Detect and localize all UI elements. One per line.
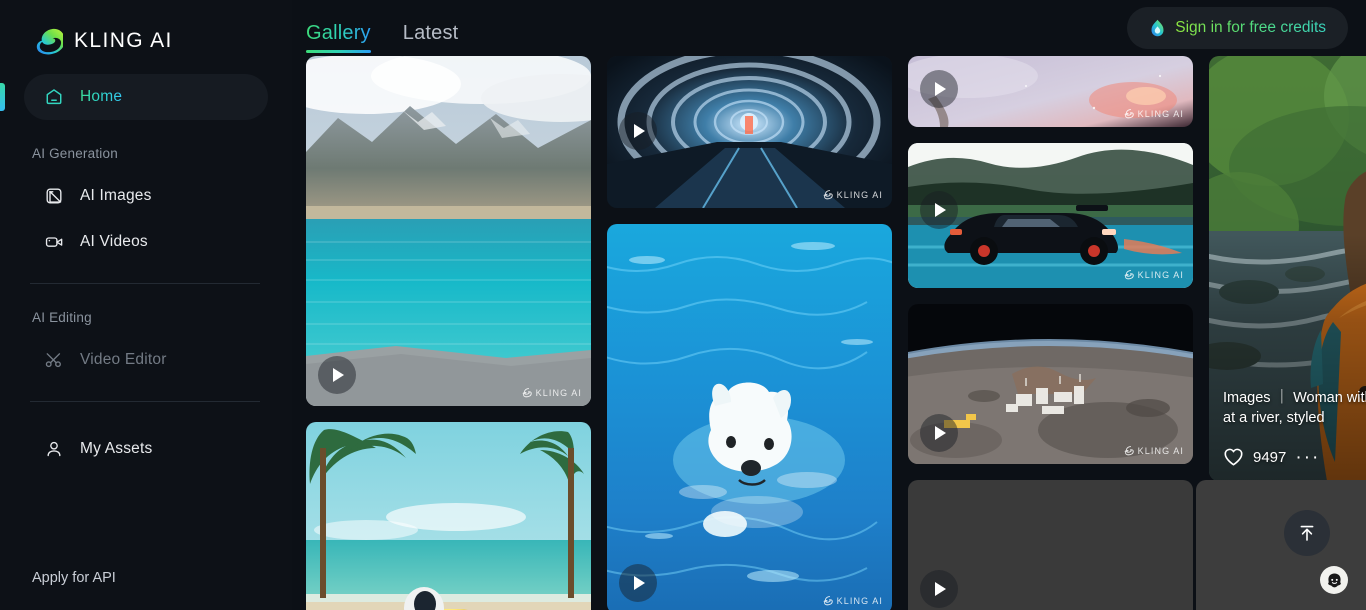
gallery-column: KLING AI <box>306 56 591 610</box>
gallery-card[interactable]: KLING AI <box>306 56 591 406</box>
sidebar-divider <box>30 401 260 402</box>
sidebar: KLING AI Home AI Generation AI Images AI… <box>0 0 292 610</box>
gallery-card-placeholder[interactable] <box>908 480 1193 610</box>
image-icon <box>44 186 64 206</box>
tab-latest[interactable]: Latest <box>403 0 459 56</box>
sidebar-item-label: AI Images <box>80 187 152 204</box>
ellipsis-icon[interactable]: ··· <box>1295 448 1320 467</box>
gallery-card[interactable]: KLING AI <box>908 143 1193 288</box>
app-root: KLING AI Home AI Generation AI Images AI… <box>0 0 1366 610</box>
like-count: 9497 <box>1253 448 1287 466</box>
flame-icon <box>1151 19 1164 37</box>
gallery-card[interactable]: KLING AI <box>908 304 1193 464</box>
gallery-column: KLING AI <box>607 56 892 610</box>
brand-name: KLING AI <box>74 28 173 52</box>
gallery-column: KLING AI <box>908 56 1193 610</box>
sidebar-item-ai-images[interactable]: AI Images <box>24 173 268 219</box>
brand[interactable]: KLING AI <box>0 0 292 62</box>
card-thumbnail <box>306 56 591 406</box>
support-button[interactable] <box>1320 566 1348 594</box>
sidebar-section-ai-generation: AI Generation <box>32 146 118 161</box>
apply-for-api-link[interactable]: Apply for API <box>0 570 292 610</box>
sign-in-label: Sign in for free credits <box>1175 19 1326 36</box>
home-icon <box>44 87 64 107</box>
play-button[interactable] <box>619 564 657 602</box>
play-button[interactable] <box>920 70 958 108</box>
heart-icon[interactable] <box>1223 447 1244 467</box>
gallery-card[interactable]: KLING AI <box>607 224 892 610</box>
card-action-bar: 9497 ··· <box>1223 447 1366 467</box>
sidebar-section-ai-editing: AI Editing <box>32 310 92 325</box>
card-thumbnail <box>607 224 892 610</box>
sidebar-nav: Home AI Generation AI Images AI Videos A… <box>0 62 292 570</box>
top-bar: Gallery Latest Sign in for free credits <box>292 0 1366 56</box>
sign-in-button[interactable]: Sign in for free credits <box>1127 7 1348 49</box>
sidebar-item-label: My Assets <box>80 440 153 457</box>
sidebar-item-home[interactable]: Home <box>0 74 268 120</box>
play-button[interactable] <box>920 570 958 608</box>
video-camera-icon <box>44 232 64 252</box>
gallery-card-hovered[interactable]: Images ｜ Woman with backpack looking at … <box>1209 56 1366 481</box>
user-icon <box>44 439 64 459</box>
kling-logo-icon <box>36 28 63 54</box>
gallery-card[interactable] <box>306 422 591 610</box>
tab-gallery[interactable]: Gallery <box>306 0 371 56</box>
play-button[interactable] <box>920 191 958 229</box>
scissors-icon <box>44 350 64 370</box>
play-button[interactable] <box>920 414 958 452</box>
sidebar-item-label: Video Editor <box>80 351 167 368</box>
gallery-card[interactable]: KLING AI <box>607 56 892 208</box>
card-hover-overlay: Images ｜ Woman with backpack looking at … <box>1209 56 1366 481</box>
play-button[interactable] <box>318 356 356 394</box>
card-thumbnail <box>306 422 591 610</box>
active-indicator <box>0 83 5 111</box>
support-avatar-icon <box>1327 572 1341 587</box>
play-button[interactable] <box>619 112 657 150</box>
sidebar-item-label: Home <box>80 88 123 105</box>
sidebar-item-video-editor[interactable]: Video Editor <box>24 337 268 383</box>
card-title: Images ｜ Woman with backpack looking at … <box>1223 389 1366 427</box>
sidebar-divider <box>30 283 260 284</box>
sidebar-item-label: AI Videos <box>80 233 148 250</box>
tab-bar: Gallery Latest <box>292 0 458 56</box>
sidebar-item-ai-videos[interactable]: AI Videos <box>24 219 268 265</box>
scroll-to-top-icon <box>1300 525 1314 541</box>
gallery-card[interactable]: KLING AI <box>908 56 1193 127</box>
main-content: Gallery Latest Sign in for free credits … <box>292 0 1366 610</box>
sidebar-item-my-assets[interactable]: My Assets <box>24 426 268 472</box>
scroll-to-top-button[interactable] <box>1284 510 1330 556</box>
